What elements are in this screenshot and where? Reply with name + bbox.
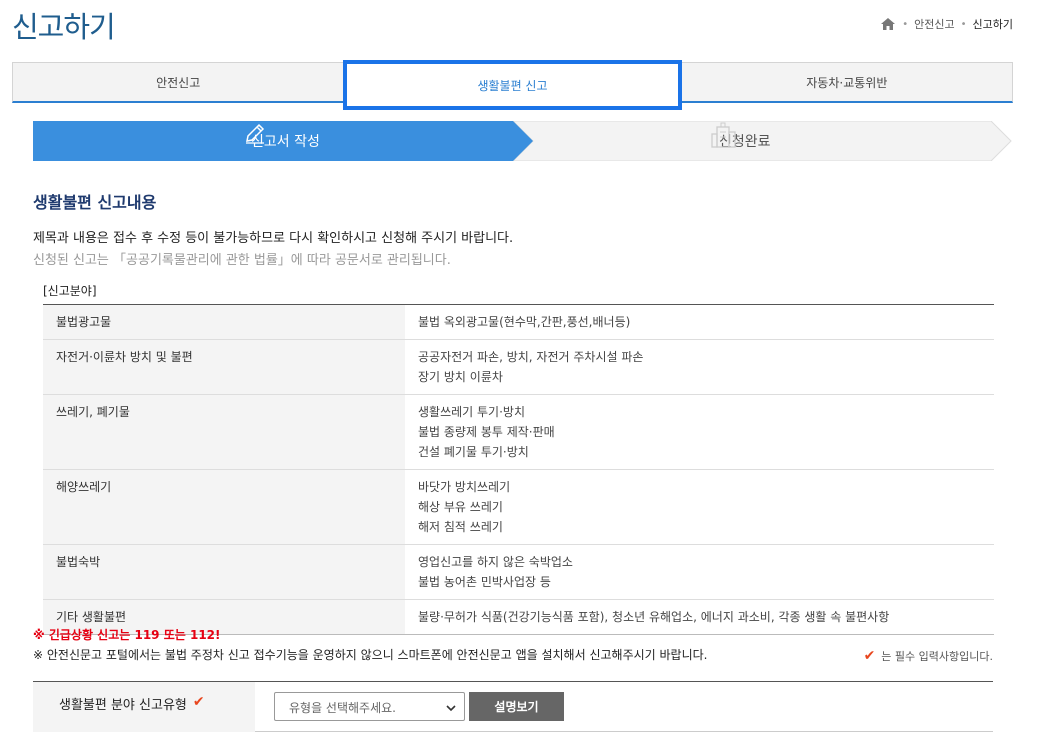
tab-vehicle-traffic[interactable]: 자동차·교통위반 <box>681 63 1012 101</box>
table-row: 쓰레기, 폐기물 생활쓰레기 투기·방치 불법 종량제 봉투 제작·판매 건설 폐기… <box>43 394 994 470</box>
breadcrumb-item-safety-report[interactable]: 안전신고 <box>914 16 954 32</box>
notice-sub: 신청된 신고는 「공공기록물관리에 관한 법률」에 따라 공문서로 관리됩니다. <box>33 253 451 268</box>
category-description: 불법 옥외광고물(현수막,간판,풍선,배너등) <box>405 304 994 340</box>
category-name: 자전거·이륜차 방치 및 불편 <box>43 339 405 395</box>
category-name: 쓰레기, 폐기물 <box>43 394 405 470</box>
breadcrumb: • 안전신고 • 신고하기 <box>880 16 1013 32</box>
category-description: 영업신고를 하지 않은 숙박업소 불법 농어촌 민박사업장 등 <box>405 544 994 600</box>
category-name: 불법광고물 <box>43 304 405 340</box>
page-title: 신고하기 <box>12 10 116 44</box>
section-title: 생활불편 신고내용 <box>33 193 157 212</box>
step-complete: 신청완료 <box>711 121 771 161</box>
category-description: 불량·무허가 식품(건강기능식품 포함), 청소년 유해업소, 에너지 과소비,… <box>405 599 994 635</box>
category-table: 불법광고물 불법 옥외광고물(현수막,간판,풍선,배너등) 자전거·이륜차 방치… <box>43 304 994 635</box>
report-type-tabs: 안전신고 생활불편 신고 자동차·교통위반 <box>12 60 1013 110</box>
required-checkmark-icon: ✔ <box>192 694 205 710</box>
checkmark-icon: ✔ <box>863 648 876 664</box>
report-type-label: 생활불편 분야 신고유형 ✔ <box>33 682 255 732</box>
report-type-form-row: 생활불편 분야 신고유형 ✔ 유형을 선택해주세요. 설명보기 <box>33 681 993 732</box>
table-row: 해양쓰레기 바닷가 방치쓰레기 해상 부유 쓰레기 해저 침적 쓰레기 <box>43 469 994 545</box>
category-description: 생활쓰레기 투기·방치 불법 종량제 봉투 제작·판매 건설 폐기물 투기·방치 <box>405 394 994 470</box>
report-type-select-value: 유형을 선택해주세요. <box>289 701 396 715</box>
chevron-down-icon <box>446 702 456 712</box>
tab-living-inconvenience[interactable]: 생활불편 신고 <box>343 60 682 110</box>
breadcrumb-separator: • <box>960 18 967 30</box>
portal-notice: ※ 안전신문고 포털에서는 불법 주정차 신고 접수기능을 운영하지 않으니 스… <box>33 648 708 662</box>
home-icon[interactable] <box>880 17 896 31</box>
category-description: 바닷가 방치쓰레기 해상 부유 쓰레기 해저 침적 쓰레기 <box>405 469 994 545</box>
category-field-label: [신고분야] <box>43 284 97 298</box>
step-write-report: 신고서 작성 <box>243 121 320 161</box>
table-row: 불법광고물 불법 옥외광고물(현수막,간판,풍선,배너등) <box>43 304 994 340</box>
category-name: 불법숙박 <box>43 544 405 600</box>
required-notice: ✔ 는 필수 입력사항입니다. <box>864 648 993 664</box>
report-type-label-text: 생활불편 분야 신고유형 <box>59 698 187 713</box>
breadcrumb-item-report: 신고하기 <box>972 18 1013 31</box>
category-description: 공공자전거 파손, 방치, 자전거 주차시설 파손 장기 방치 이륜차 <box>405 339 994 395</box>
breadcrumb-separator: • <box>902 18 909 30</box>
tab-safety-report[interactable]: 안전신고 <box>13 63 344 101</box>
emergency-notice: ※ 긴급상황 신고는 119 또는 112! <box>33 628 221 642</box>
explain-button[interactable]: 설명보기 <box>469 692 564 721</box>
steps-background <box>33 121 1012 161</box>
progress-steps: 신고서 작성 신청완료 <box>33 121 1013 161</box>
notice-main: 제목과 내용은 접수 후 수정 등이 불가능하므로 다시 확인하시고 신청해 주… <box>33 231 514 246</box>
required-notice-text: 는 필수 입력사항입니다. <box>881 650 993 663</box>
category-name: 해양쓰레기 <box>43 469 405 545</box>
table-row: 불법숙박 영업신고를 하지 않은 숙박업소 불법 농어촌 민박사업장 등 <box>43 544 994 600</box>
table-row: 자전거·이륜차 방치 및 불편 공공자전거 파손, 방치, 자전거 주차시설 파… <box>43 339 994 395</box>
report-type-select[interactable]: 유형을 선택해주세요. <box>274 692 465 721</box>
